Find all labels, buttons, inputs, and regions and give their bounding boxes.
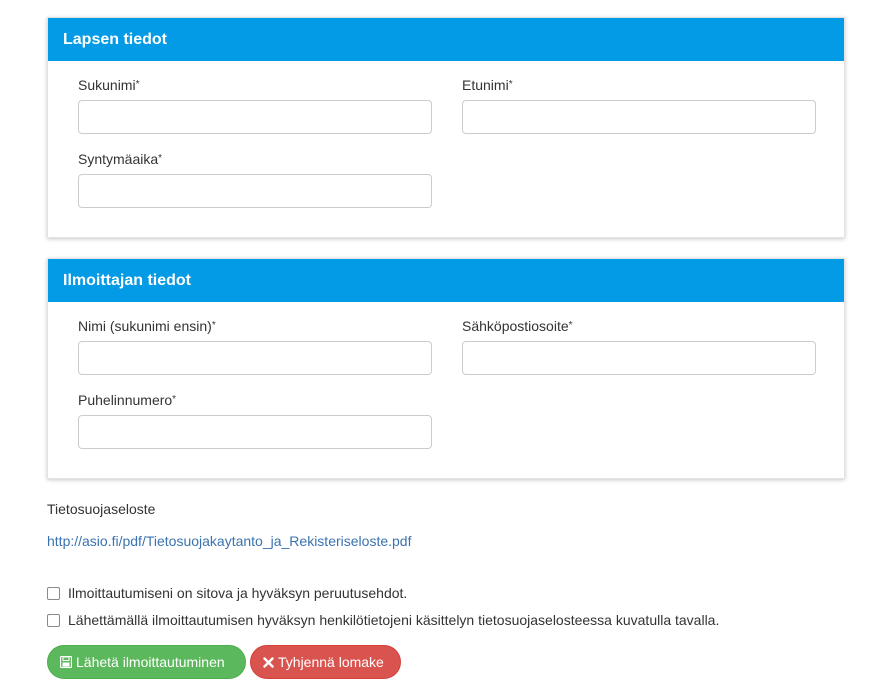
- privacy-policy-link[interactable]: http://asio.fi/pdf/Tietosuojakaytanto_ja…: [47, 533, 411, 549]
- binding-terms-checkbox[interactable]: [47, 586, 60, 600]
- birthdate-input[interactable]: [78, 174, 432, 208]
- required-mark: *: [211, 320, 216, 331]
- reporter-info-panel-title: Ilmoittajan tiedot: [48, 259, 844, 302]
- phone-field-group: Puhelinnumero*: [78, 392, 432, 449]
- firstname-label-text: Etunimi: [462, 77, 509, 93]
- close-icon: [263, 656, 274, 668]
- privacy-consent-checkbox[interactable]: [47, 613, 60, 627]
- phone-input[interactable]: [78, 415, 432, 449]
- name-label: Nimi (sukunimi ensin)*: [78, 318, 432, 334]
- email-label: Sähköpostiosoite*: [462, 318, 816, 334]
- send-registration-button[interactable]: Lähetä ilmoittautuminen: [47, 645, 246, 679]
- required-mark: *: [568, 320, 573, 331]
- privacy-consent-label: Lähettämällä ilmoittautumisen hyväksyn h…: [68, 612, 720, 628]
- clear-form-button[interactable]: Tyhjennä lomake: [250, 645, 401, 679]
- required-mark: *: [135, 79, 140, 90]
- child-info-panel: Lapsen tiedot Sukunimi* Etunimi* Syntymä…: [47, 17, 845, 238]
- surname-label-text: Sukunimi: [78, 77, 136, 93]
- email-label-text: Sähköpostiosoite: [462, 318, 569, 334]
- phone-label: Puhelinnumero*: [78, 392, 432, 408]
- name-label-text: Nimi (sukunimi ensin): [78, 318, 212, 334]
- name-field-group: Nimi (sukunimi ensin)*: [78, 318, 432, 375]
- required-mark: *: [158, 153, 163, 164]
- required-mark: *: [508, 79, 513, 90]
- child-info-panel-title: Lapsen tiedot: [48, 18, 844, 61]
- birthdate-label: Syntymäaika*: [78, 151, 432, 167]
- phone-label-text: Puhelinnumero: [78, 392, 173, 408]
- binding-terms-checkbox-row[interactable]: Ilmoittautumiseni on sitova ja hyväksyn …: [47, 585, 407, 601]
- surname-field-group: Sukunimi*: [78, 77, 432, 134]
- clear-form-label: Tyhjennä lomake: [278, 654, 384, 670]
- birthdate-label-text: Syntymäaika: [78, 151, 159, 167]
- privacy-consent-checkbox-row[interactable]: Lähettämällä ilmoittautumisen hyväksyn h…: [47, 612, 719, 628]
- birthdate-field-group: Syntymäaika*: [78, 151, 432, 208]
- privacy-policy-label: Tietosuojaseloste: [47, 501, 156, 517]
- required-mark: *: [172, 394, 177, 405]
- surname-input[interactable]: [78, 100, 432, 134]
- binding-terms-label: Ilmoittautumiseni on sitova ja hyväksyn …: [68, 585, 408, 601]
- name-input[interactable]: [78, 341, 432, 375]
- email-field-group: Sähköpostiosoite*: [462, 318, 816, 375]
- save-icon: [60, 656, 72, 668]
- surname-label: Sukunimi*: [78, 77, 432, 93]
- email-input[interactable]: [462, 341, 816, 375]
- firstname-field-group: Etunimi*: [462, 77, 816, 134]
- firstname-label: Etunimi*: [462, 77, 816, 93]
- reporter-info-panel: Ilmoittajan tiedot Nimi (sukunimi ensin)…: [47, 258, 845, 479]
- firstname-input[interactable]: [462, 100, 816, 134]
- send-registration-label: Lähetä ilmoittautuminen: [76, 654, 225, 670]
